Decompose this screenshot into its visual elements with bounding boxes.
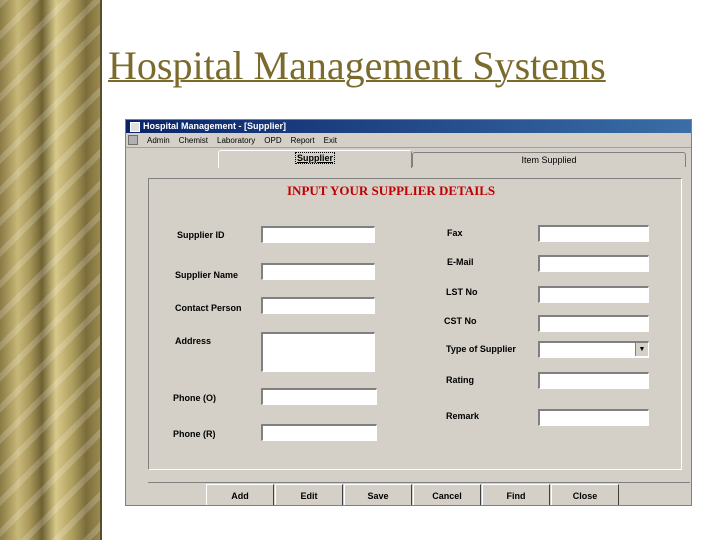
contact-person-input[interactable] [261, 297, 375, 314]
dropdown-arrow-icon[interactable]: ▼ [635, 343, 648, 356]
remark-label: Remark [446, 411, 480, 421]
lst-no-input[interactable] [538, 286, 649, 303]
phone-office-input[interactable] [261, 388, 377, 405]
tab-strip: Supplier Item Supplied [126, 150, 691, 168]
email-input[interactable] [538, 255, 649, 272]
app-icon [130, 121, 140, 132]
fax-label: Fax [447, 228, 463, 238]
menu-chemist[interactable]: Chemist [179, 136, 208, 145]
decorative-divider [100, 0, 102, 540]
find-button[interactable]: Find [482, 484, 550, 505]
supplier-name-input[interactable] [261, 263, 375, 280]
save-button[interactable]: Save [344, 484, 412, 505]
window-titlebar: Hospital Management - [Supplier] [126, 120, 691, 133]
menu-bar: Admin Chemist Laboratory OPD Report Exit [126, 133, 691, 148]
form-heading: INPUT YOUR SUPPLIER DETAILS [287, 183, 496, 198]
phone-residence-label: Phone (R) [173, 429, 216, 439]
rating-input[interactable] [538, 372, 649, 389]
rating-label: Rating [446, 375, 474, 385]
tab-supplier-label: Supplier [294, 152, 335, 164]
supplier-id-input[interactable] [261, 226, 375, 243]
address-label: Address [175, 336, 212, 346]
menu-laboratory[interactable]: Laboratory [217, 136, 255, 145]
tab-item-supplied[interactable]: Item Supplied [412, 152, 686, 167]
contact-person-label: Contact Person [175, 303, 242, 313]
email-label: E-Mail [447, 257, 474, 267]
document-icon [128, 135, 138, 145]
slide-title: Hospital Management Systems [108, 43, 606, 88]
cst-no-input[interactable] [538, 315, 649, 332]
tab-supplier[interactable]: Supplier [218, 150, 412, 168]
action-button-bar: Add Edit Save Cancel Find Close [148, 482, 690, 505]
app-window: Hospital Management - [Supplier] Admin C… [125, 119, 692, 506]
cancel-button[interactable]: Cancel [413, 484, 481, 505]
fax-input[interactable] [538, 225, 649, 242]
add-button[interactable]: Add [206, 484, 274, 505]
supplier-type-select[interactable] [538, 341, 649, 358]
phone-residence-input[interactable] [261, 424, 377, 441]
edit-button[interactable]: Edit [275, 484, 343, 505]
menu-exit[interactable]: Exit [324, 136, 337, 145]
tab-item-supplied-label: Item Supplied [521, 155, 577, 165]
supplier-id-label: Supplier ID [177, 230, 225, 240]
close-button[interactable]: Close [551, 484, 619, 505]
supplier-type-label: Type of Supplier [446, 344, 516, 354]
remark-input[interactable] [538, 409, 649, 426]
lst-no-label: LST No [446, 287, 478, 297]
address-input[interactable] [261, 332, 375, 372]
menu-report[interactable]: Report [291, 136, 315, 145]
window-title: Hospital Management - [Supplier] [143, 121, 287, 131]
phone-office-label: Phone (O) [173, 393, 216, 403]
cst-no-label: CST No [444, 316, 477, 326]
menu-opd[interactable]: OPD [264, 136, 281, 145]
supplier-name-label: Supplier Name [175, 270, 239, 280]
supplier-form: INPUT YOUR SUPPLIER DETAILS Supplier ID … [148, 178, 682, 470]
decorative-strip [0, 0, 100, 540]
menu-admin[interactable]: Admin [147, 136, 170, 145]
